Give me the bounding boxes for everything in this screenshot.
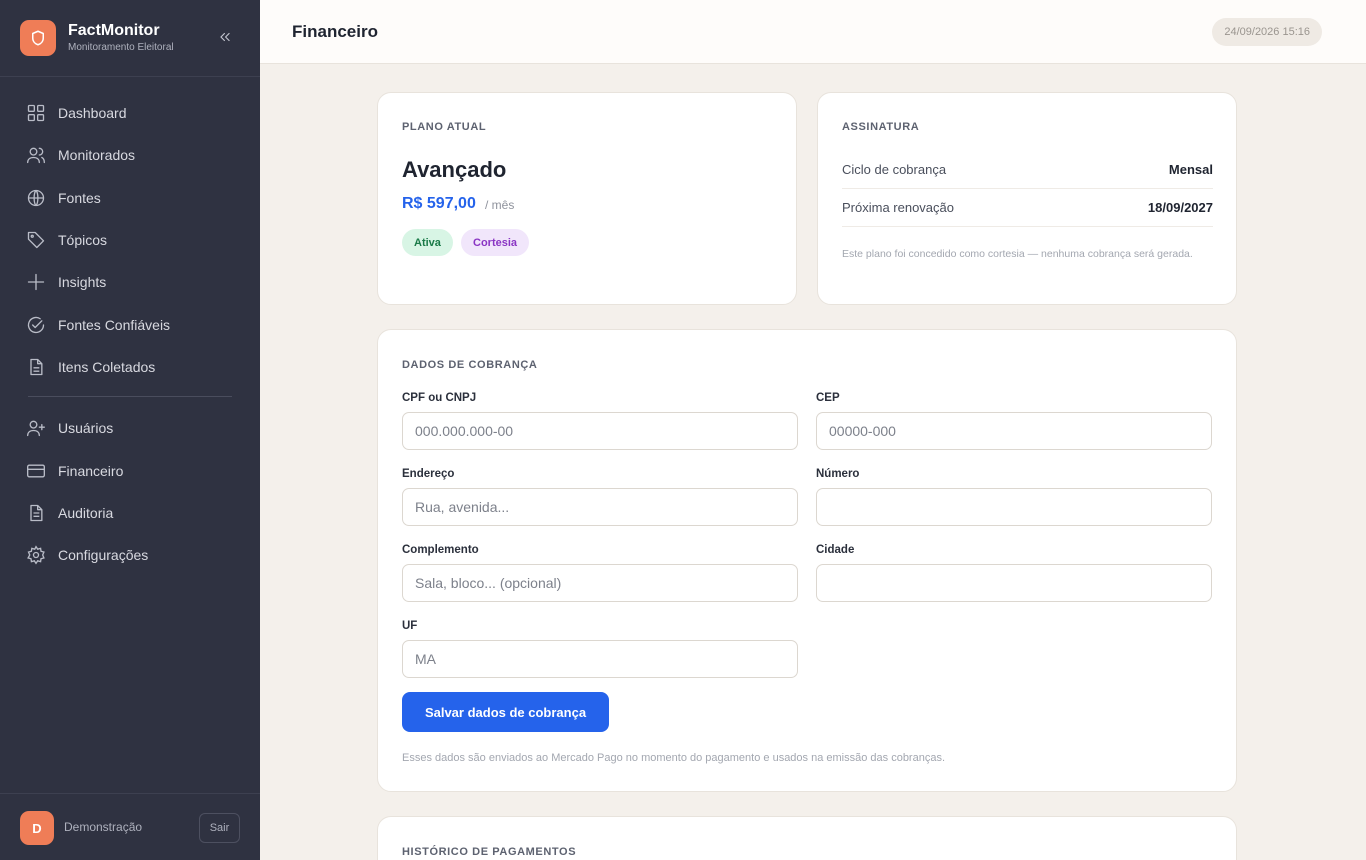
nav-divider bbox=[28, 396, 232, 397]
row-value: Mensal bbox=[1168, 162, 1213, 177]
sidebar-item-financeiro[interactable]: Financeiro bbox=[20, 453, 240, 489]
app-subtitle: Monitoramento Eleitoral bbox=[68, 42, 174, 53]
sidebar-item-label: Tópicos bbox=[58, 232, 108, 248]
gear-icon bbox=[27, 545, 45, 565]
check-circle-icon bbox=[27, 316, 45, 334]
plan-price: R$ 597,00 bbox=[402, 195, 476, 212]
collapse-sidebar-icon[interactable] bbox=[216, 28, 234, 46]
cep-label: CEP bbox=[816, 392, 840, 404]
sidebar-item-label: Insights bbox=[58, 274, 107, 290]
sidebar-item-monitorados[interactable]: Monitorados bbox=[20, 137, 240, 173]
app-name: FactMonitor bbox=[68, 22, 160, 39]
brand: FactMonitor Monitoramento Eleitoral bbox=[0, 0, 260, 77]
complement-input[interactable] bbox=[402, 564, 798, 602]
plan-name: Avançado bbox=[402, 157, 507, 182]
sidebar-item-label: Monitorados bbox=[58, 147, 136, 163]
sidebar-item-usuarios[interactable]: Usuários bbox=[20, 410, 240, 446]
subscription-card: ASSINATURA Ciclo de cobrança Mensal Próx… bbox=[817, 92, 1237, 305]
section-title: ASSINATURA bbox=[842, 121, 920, 133]
sidebar-item-label: Financeiro bbox=[58, 463, 124, 479]
sidebar-item-configuracoes[interactable]: Configurações bbox=[20, 537, 240, 573]
save-billing-button[interactable]: Salvar dados de cobrança bbox=[402, 692, 609, 732]
sidebar-item-label: Itens Coletados bbox=[58, 359, 156, 375]
row-value: 18/09/2027 bbox=[1147, 200, 1213, 215]
cpf-cnpj-input[interactable] bbox=[402, 412, 798, 450]
file-text-icon bbox=[30, 504, 43, 522]
plan-period: / mês bbox=[485, 198, 515, 212]
sidebar-item-label: Auditoria bbox=[58, 505, 114, 521]
cep-input[interactable] bbox=[816, 412, 1212, 450]
globe-icon bbox=[27, 189, 45, 207]
sidebar-item-fontes[interactable]: Fontes bbox=[20, 180, 240, 216]
current-plan-card: PLANO ATUAL Avançado R$ 597,00 / mês Ati… bbox=[377, 92, 797, 305]
tag-icon bbox=[27, 231, 45, 249]
sidebar-item-itens-coletados[interactable]: Itens Coletados bbox=[20, 349, 240, 385]
billing-note: Esses dados são enviados ao Mercado Pago… bbox=[402, 752, 946, 764]
billing-data-card: DADOS DE COBRANÇA CPF ou CNPJ CEP Endere… bbox=[377, 329, 1237, 792]
uf-input[interactable] bbox=[402, 640, 798, 678]
status-badge: Ativa bbox=[402, 229, 453, 256]
user-name: Demonstração bbox=[64, 820, 143, 834]
users-icon bbox=[27, 147, 45, 164]
sidebar-item-insights[interactable]: Insights bbox=[20, 264, 240, 300]
sidebar-item-dashboard[interactable]: Dashboard bbox=[20, 95, 240, 131]
plus-icon bbox=[27, 273, 45, 291]
sidebar-item-fontes-confiaveis[interactable]: Fontes Confiáveis bbox=[20, 307, 240, 343]
doc-label: CPF ou CNPJ bbox=[402, 392, 477, 404]
document-icon bbox=[30, 358, 43, 376]
number-input[interactable] bbox=[816, 488, 1212, 526]
sidebar-item-auditoria[interactable]: Auditoria bbox=[20, 495, 240, 531]
credit-card-icon bbox=[27, 464, 45, 478]
courtesy-badge: Cortesia bbox=[461, 229, 530, 256]
city-label: Cidade bbox=[816, 544, 855, 556]
number-label: Número bbox=[816, 468, 860, 480]
datetime-badge: 24/09/2026 15:16 bbox=[1212, 18, 1322, 46]
sidebar-item-topicos[interactable]: Tópicos bbox=[20, 222, 240, 258]
shield-logo-icon bbox=[20, 20, 56, 56]
sidebar-item-label: Fontes Confiáveis bbox=[58, 317, 171, 333]
user-plus-icon bbox=[27, 420, 45, 437]
topbar: Financeiro 24/09/2026 15:16 bbox=[260, 0, 1366, 64]
payment-history-card: HISTÓRICO DE PAGAMENTOS bbox=[377, 816, 1237, 860]
sidebar-footer: D Demonstração Sair bbox=[0, 793, 260, 860]
logout-button[interactable]: Sair bbox=[199, 813, 240, 843]
complement-label: Complemento bbox=[402, 544, 479, 556]
subscription-note: Este plano foi concedido como cortesia —… bbox=[842, 248, 1193, 260]
section-title: PLANO ATUAL bbox=[402, 121, 487, 133]
address-input[interactable] bbox=[402, 488, 798, 526]
grid-icon bbox=[27, 104, 45, 122]
row-key: Próxima renovação bbox=[842, 200, 954, 215]
address-label: Endereço bbox=[402, 468, 455, 480]
section-title: HISTÓRICO DE PAGAMENTOS bbox=[402, 846, 577, 858]
sidebar: FactMonitor Monitoramento Eleitoral Dash… bbox=[0, 0, 260, 860]
sidebar-item-label: Usuários bbox=[58, 420, 114, 436]
avatar: D bbox=[20, 811, 54, 845]
sidebar-item-label: Fontes bbox=[58, 190, 101, 206]
city-input[interactable] bbox=[816, 564, 1212, 602]
uf-label: UF bbox=[402, 620, 418, 632]
row-key: Ciclo de cobrança bbox=[842, 162, 947, 177]
section-title: DADOS DE COBRANÇA bbox=[402, 359, 538, 371]
sidebar-item-label: Dashboard bbox=[58, 105, 127, 121]
page-title: Financeiro bbox=[292, 22, 378, 41]
sidebar-item-label: Configurações bbox=[58, 547, 149, 563]
billing-cycle-row: Ciclo de cobrança Mensal bbox=[842, 151, 1213, 189]
next-renewal-row: Próxima renovação 18/09/2027 bbox=[842, 189, 1213, 227]
